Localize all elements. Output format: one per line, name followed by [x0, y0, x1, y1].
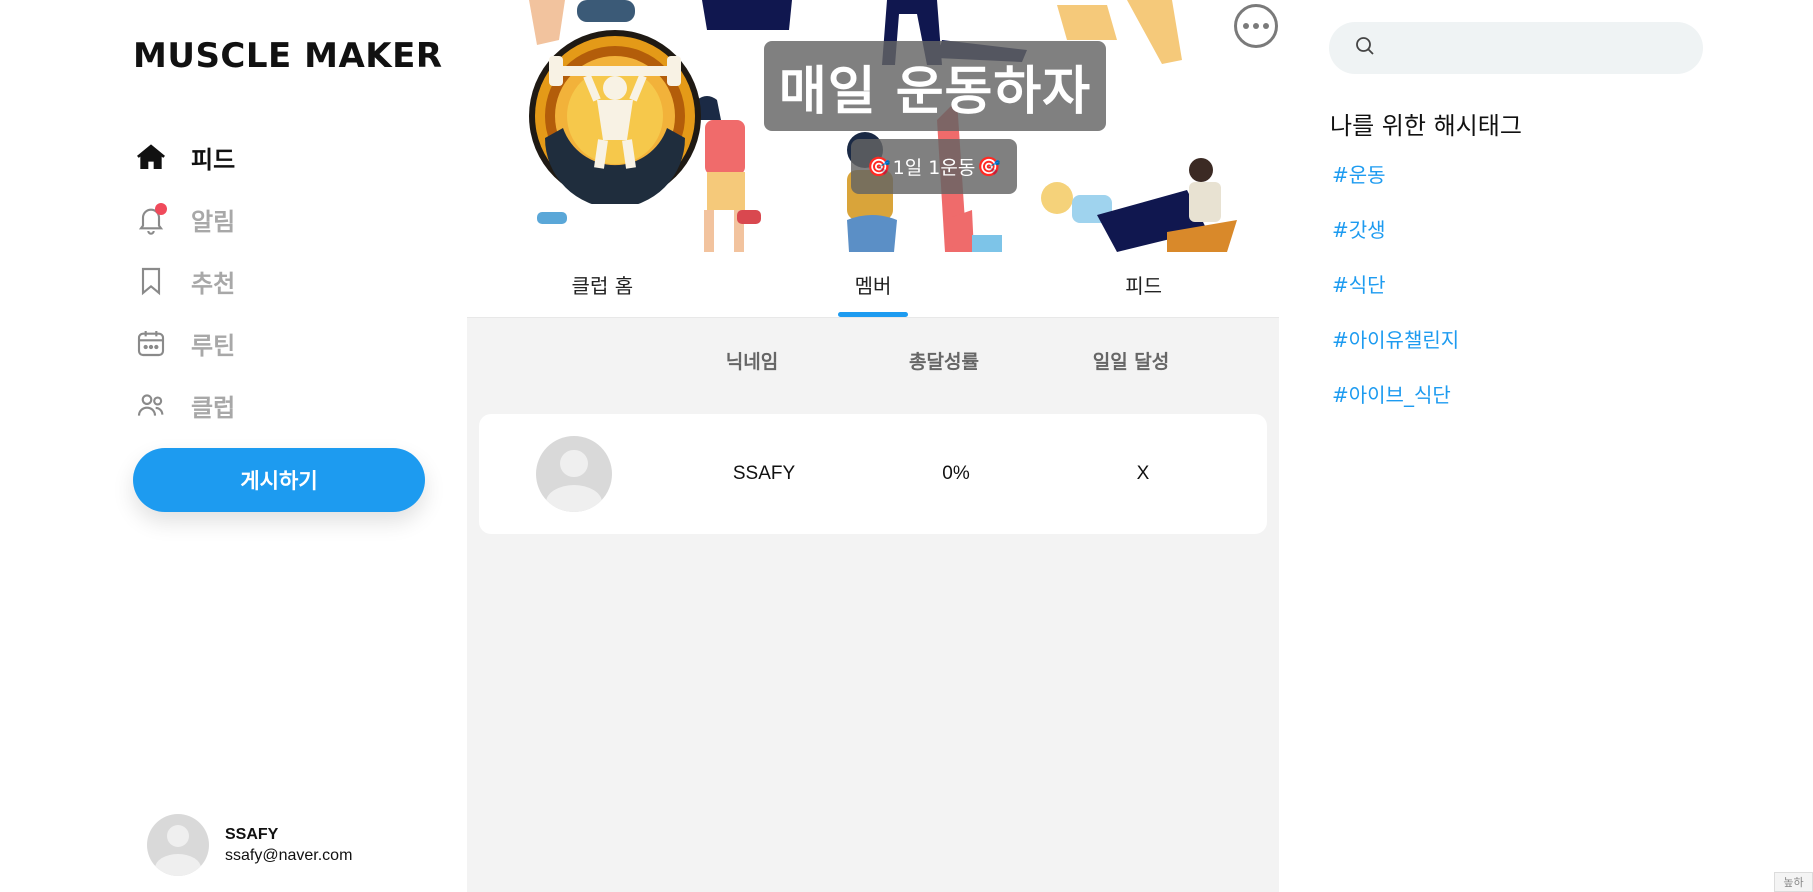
header-daily: 일일 달성	[1092, 350, 1170, 373]
club-subtitle-text: 1일 1운동	[892, 157, 976, 179]
user-name: SSAFY	[225, 825, 279, 843]
tab-members[interactable]: 멤버	[738, 252, 1009, 317]
avatar	[147, 814, 209, 876]
bookmark-icon	[133, 263, 169, 299]
search-icon	[1353, 34, 1377, 62]
member-nickname: SSAFY	[732, 463, 796, 484]
search-input[interactable]	[1389, 36, 1693, 60]
post-button[interactable]: 게시하기	[133, 448, 425, 512]
sidebar-item-label: 클럽	[191, 393, 236, 422]
hashtags-title: 나를 위한 해시태그	[1330, 112, 1522, 140]
more-options-button[interactable]	[1234, 4, 1278, 48]
target-icon: 🎯	[866, 156, 891, 178]
hashtag-link[interactable]: #아이유챌린지	[1332, 325, 1459, 380]
sidebar-item-club[interactable]: 클럽	[133, 374, 433, 436]
member-total-rate: 0%	[942, 463, 970, 484]
notification-dot	[155, 203, 167, 215]
club-title: 매일 운동하자	[764, 41, 1106, 131]
hashtag-link[interactable]: #갓생	[1332, 215, 1459, 270]
app-logo[interactable]: MUSCLE MAKER	[133, 36, 443, 76]
people-icon	[133, 387, 169, 423]
club-tabs: 클럽 홈 멤버 피드	[467, 252, 1279, 318]
corner-label: 높하	[1774, 872, 1813, 892]
user-email: ssafy@naver.com	[225, 846, 353, 864]
table-row[interactable]: SSAFY 0% X	[479, 414, 1267, 534]
hashtag-link[interactable]: #아이브_식단	[1332, 380, 1459, 435]
sidebar-item-label: 알림	[191, 207, 236, 236]
sidebar-item-feed[interactable]: 피드	[133, 126, 433, 188]
sidebar-nav: 피드 알림 추천 루틴 클럽	[133, 126, 433, 436]
bell-icon	[133, 201, 169, 237]
member-table-header: 닉네임 총달성률 일일 달성	[467, 318, 1279, 402]
sidebar-item-recommend[interactable]: 추천	[133, 250, 433, 312]
tab-club-home[interactable]: 클럽 홈	[467, 252, 738, 317]
sidebar-item-label: 피드	[191, 145, 236, 174]
avatar	[536, 436, 612, 512]
hashtag-list: #운동 #갓생 #식단 #아이유챌린지 #아이브_식단	[1332, 160, 1459, 435]
club-subtitle: 🎯 1일 1운동 🎯	[851, 139, 1017, 194]
member-daily: X	[1136, 463, 1150, 484]
header-nickname: 닉네임	[725, 350, 779, 373]
calendar-icon	[133, 325, 169, 361]
sidebar-item-routine[interactable]: 루틴	[133, 312, 433, 374]
hashtag-link[interactable]: #식단	[1332, 270, 1459, 325]
home-icon	[133, 139, 169, 175]
current-user[interactable]: SSAFY ssafy@naver.com	[147, 814, 352, 876]
search-bar[interactable]	[1329, 22, 1703, 74]
beginner-badge-icon	[529, 30, 701, 204]
sidebar-item-label: 추천	[191, 269, 236, 298]
more-options-icon	[1243, 23, 1249, 29]
tab-feed[interactable]: 피드	[1008, 252, 1279, 317]
sidebar-item-label: 루틴	[191, 331, 236, 360]
sidebar-item-notifications[interactable]: 알림	[133, 188, 433, 250]
hashtag-link[interactable]: #운동	[1332, 160, 1459, 215]
header-total-rate: 총달성률	[909, 350, 979, 373]
target-icon: 🎯	[977, 156, 1001, 178]
